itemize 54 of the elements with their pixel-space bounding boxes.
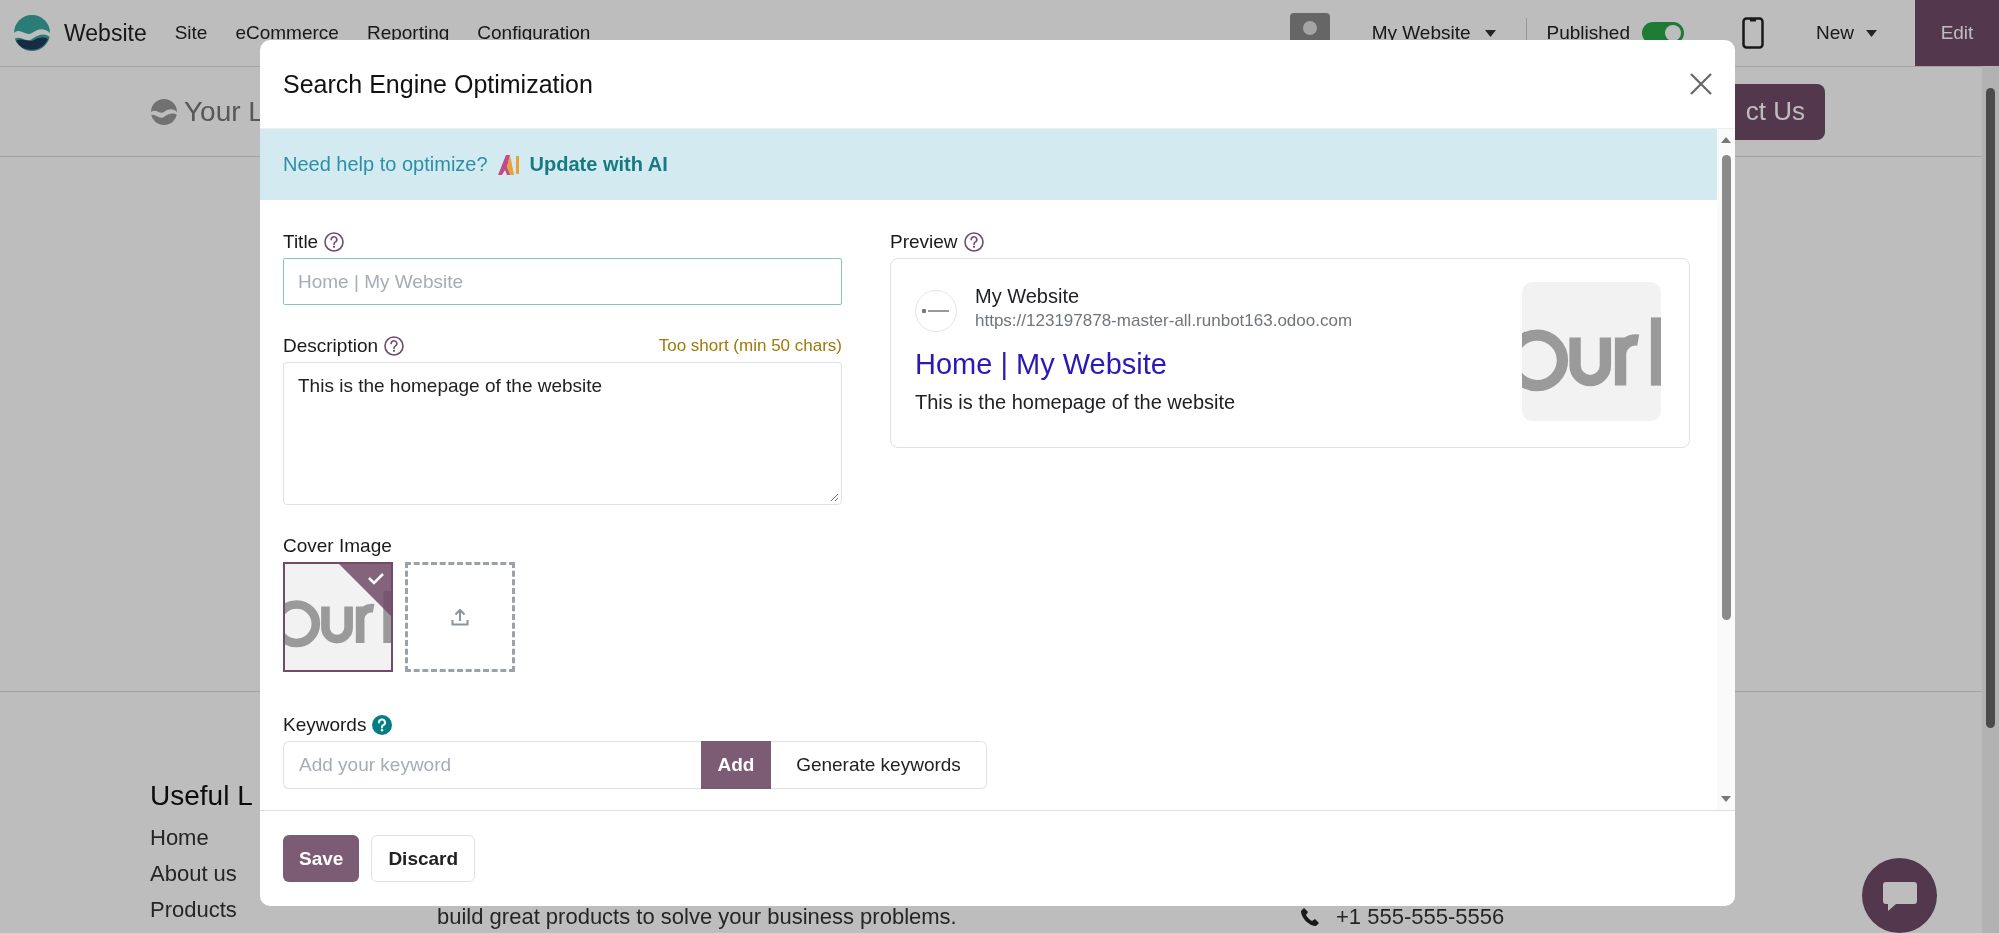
help-icon[interactable]: [372, 715, 393, 735]
field-label: Description: [283, 335, 379, 357]
new-button[interactable]: New: [1816, 22, 1877, 44]
logo-icon: [150, 97, 178, 126]
preview-url: https://123197878-master-all.runbot163.odoo.com: [975, 311, 1353, 331]
field-label: Preview: [890, 231, 958, 253]
upload-button[interactable]: [405, 562, 515, 672]
help-icon[interactable]: [324, 232, 345, 252]
ai-icon: [497, 154, 520, 175]
upload-icon: [451, 608, 469, 626]
dialog-scrollbar[interactable]: [1717, 129, 1735, 810]
footer-text: build great products to solve your business problems.: [437, 903, 958, 931]
menu-item[interactable]: eCommerce: [235, 22, 339, 44]
field-label: Cover Image: [283, 535, 392, 557]
menu-item[interactable]: Reporting: [366, 22, 450, 44]
edit-button[interactable]: Edit: [1915, 0, 1999, 66]
check-icon: [339, 564, 391, 616]
keyword-field[interactable]: Add your keyword: [283, 741, 701, 789]
footer-heading: Useful L: [150, 780, 254, 812]
app-logo-icon[interactable]: [14, 15, 50, 51]
close-button[interactable]: [1690, 73, 1712, 95]
save-button[interactable]: Save: [283, 835, 360, 882]
banner-text: Need help to optimize?: [283, 153, 488, 176]
title-field[interactable]: Home | My Website: [283, 258, 842, 305]
preview-title-link[interactable]: Home | My Website: [915, 348, 1167, 381]
published-label: Published: [1546, 22, 1630, 44]
app-name: Website: [64, 19, 147, 47]
website-selector[interactable]: My Website: [1371, 22, 1496, 44]
description-field[interactable]: This is the homepage of the website: [283, 362, 842, 505]
update-with-ai-link[interactable]: Update with AI: [529, 153, 668, 176]
page-scrollbar[interactable]: [1982, 66, 1999, 933]
phone-number: +1 555-555-5556: [1336, 904, 1505, 930]
menu-item[interactable]: Configuration: [477, 22, 591, 44]
preview-description: This is the homepage of the website: [915, 391, 1237, 414]
chat-icon: [1881, 879, 1918, 912]
scroll-down-icon[interactable]: [1721, 796, 1731, 802]
generate-keywords-button[interactable]: Generate keywords: [771, 741, 987, 789]
mobile-icon[interactable]: [1742, 17, 1764, 49]
field-label: Keywords: [283, 714, 367, 736]
discard-button[interactable]: Discard: [371, 835, 476, 882]
help-icon[interactable]: [963, 232, 984, 252]
resize-grip-icon[interactable]: [830, 493, 839, 502]
caret-icon: [1866, 29, 1877, 37]
menu-item[interactable]: Site: [174, 22, 208, 44]
caret-icon: [1484, 29, 1496, 37]
dialog-title: Search Engine Optimization: [283, 69, 593, 99]
preview-site-name: My Website: [975, 285, 1081, 308]
site-logo-icon: [922, 308, 950, 314]
length-warning: Too short (min 50 chars): [658, 336, 842, 356]
help-icon[interactable]: [384, 336, 405, 356]
scroll-up-icon[interactable]: [1721, 137, 1731, 143]
add-button[interactable]: Add: [701, 741, 771, 789]
phone-icon: [1300, 907, 1320, 927]
field-label: Title: [283, 231, 319, 253]
